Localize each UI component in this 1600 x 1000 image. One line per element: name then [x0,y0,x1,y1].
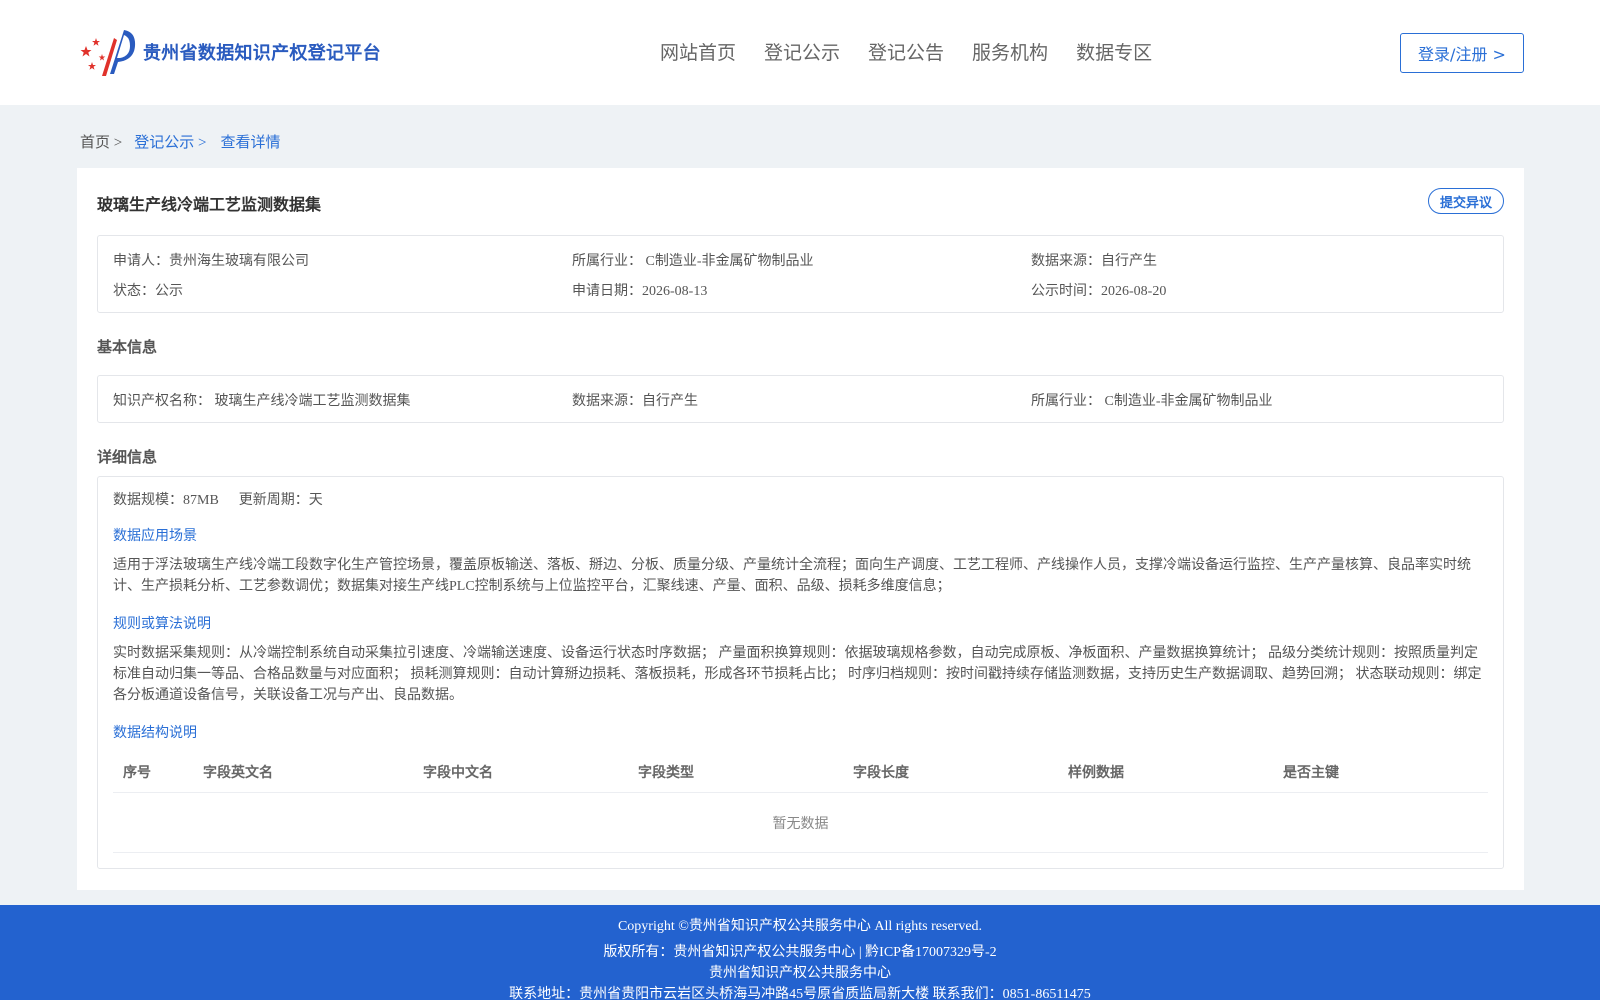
th-primary-key: 是否主键 [1283,765,1339,781]
nav-registration-publicity[interactable]: 登记公示 [764,38,840,65]
detail-info-box: 数据规模：87MB 更新周期：天 数据应用场景 适用于浮法玻璃生产线冷端工段数字化… [97,476,1504,869]
summary-box: 申请人：贵州海生玻璃有限公司 所属行业： C制造业-非金属矿物制品业 数据来源：… [97,235,1504,313]
footer-copyright: Copyright ©贵州省知识产权公共服务中心 All rights rese… [617,919,983,934]
publish-date: 公示时间：2026-08-20 [1031,284,1167,299]
footer-contact: 联系地址：贵州省贵阳市云岩区头桥海马冲路45号原省质监局新大楼 联系我们：085… [509,987,1091,1000]
status: 状态：公示 [113,284,183,299]
basic-info-box: 知识产权名称： 玻璃生产线冷端工艺监测数据集 数据来源：自行产生 所属行业： C… [97,375,1504,423]
th-sample-data: 样例数据 [1068,765,1124,781]
nav-service-agencies[interactable]: 服务机构 [972,38,1048,65]
logo-icon [80,30,136,76]
page-title: 玻璃生产线冷端工艺监测数据集 [97,195,322,214]
login-register-button[interactable]: 登录/注册 > [1400,33,1524,73]
scenario-heading: 数据应用场景 [113,529,197,544]
site-footer: Copyright ©贵州省知识产权公共服务中心 All rights rese… [0,905,1600,1000]
breadcrumb: 首页 > 登记公示 > 查看详情 [80,131,280,152]
scenario-text: 适用于浮法玻璃生产线冷端工段数字化生产管控场景，覆盖原板输送、落板、掰边、分板、… [113,558,1471,594]
th-index: 序号 [123,765,151,781]
table-empty-row: 暂无数据 [113,793,1488,853]
table-header: 序号 字段英文名 字段中文名 字段类型 字段长度 样例数据 是否主键 [113,749,1488,793]
th-field-type: 字段类型 [638,765,694,781]
apply-date: 申请日期：2026-08-13 [572,284,708,299]
rules-text: 实时数据采集规则：从冷端控制系统自动采集拉引速度、冷端输送速度、设备运行状态时序… [113,646,1482,703]
breadcrumb-home[interactable]: 首页 > [80,131,122,152]
basic-data-source: 数据来源：自行产生 [572,394,698,409]
footer-owner: 版权所有：贵州省知识产权公共服务中心 | 黔ICP备17007329号-2 [603,945,997,960]
main-nav: 网站首页 登记公示 登记公告 服务机构 数据专区 [660,38,1180,65]
field-table: 序号 字段英文名 字段中文名 字段类型 字段长度 样例数据 是否主键 暂无数据 [113,749,1488,853]
ip-name: 知识产权名称： 玻璃生产线冷端工艺监测数据集 [113,394,411,409]
basic-industry: 所属行业： C制造业-非金属矿物制品业 [1031,394,1273,409]
rules-heading: 规则或算法说明 [113,617,211,632]
update-cycle: 更新周期：天 [238,493,323,508]
nav-registration-announcement[interactable]: 登记公告 [868,38,944,65]
logo-text: 贵州省数据知识产权登记平台 [143,43,381,64]
breadcrumb-section[interactable]: 登记公示 > [134,131,206,152]
nav-home[interactable]: 网站首页 [660,38,736,65]
data-source: 数据来源：自行产生 [1031,254,1157,269]
detail-info-heading: 详细信息 [97,448,158,466]
applicant: 申请人：贵州海生玻璃有限公司 [113,254,309,269]
structure-heading: 数据结构说明 [113,726,197,741]
breadcrumb-current: 查看详情 [220,135,281,151]
site-logo[interactable]: 贵州省数据知识产权登记平台 [80,26,381,78]
nav-data-zone[interactable]: 数据专区 [1076,38,1152,65]
basic-info-heading: 基本信息 [97,338,158,356]
footer-org: 贵州省知识产权公共服务中心 [709,966,891,981]
detail-meta: 数据规模：87MB 更新周期：天 [113,489,323,509]
th-field-length: 字段长度 [853,765,909,781]
data-scale: 数据规模：87MB [113,493,219,508]
th-field-en: 字段英文名 [203,765,273,781]
site-header: 贵州省数据知识产权登记平台 网站首页 登记公示 登记公告 服务机构 数据专区 登… [0,0,1600,105]
industry: 所属行业： C制造业-非金属矿物制品业 [572,254,814,269]
submit-objection-button[interactable]: 提交异议 [1428,188,1504,214]
detail-card: 玻璃生产线冷端工艺监测数据集 提交异议 申请人：贵州海生玻璃有限公司 所属行业：… [77,168,1524,890]
th-field-cn: 字段中文名 [423,765,493,781]
